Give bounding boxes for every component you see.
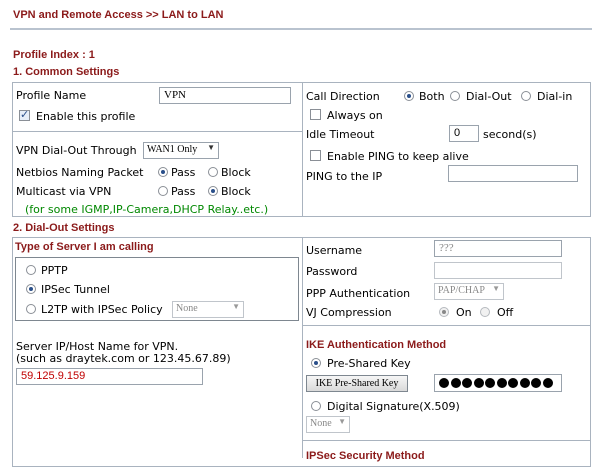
dialout-through-select[interactable]: WAN1 Only ▼ <box>143 142 219 159</box>
password-field[interactable] <box>434 262 562 279</box>
ipsec-method-title: IPSec Security Method <box>306 450 425 462</box>
idle-timeout-label: Idle Timeout <box>306 128 375 141</box>
ping-ip-label: PING to the IP <box>306 170 383 183</box>
ipsec-divider <box>303 440 590 441</box>
idle-timeout-unit: second(s) <box>483 128 537 141</box>
profile-name-field[interactable]: VPN <box>159 87 291 104</box>
profile-name-label: Profile Name <box>16 89 87 102</box>
mask-dot <box>485 378 495 388</box>
psk-radio[interactable] <box>311 358 321 368</box>
enable-profile-label: Enable this profile <box>36 110 136 123</box>
vj-on-radio[interactable] <box>439 307 449 317</box>
l2tp-policy-select[interactable]: None ▼ <box>172 301 244 318</box>
vj-off-radio[interactable] <box>480 307 490 317</box>
vj-on-label: On <box>456 306 472 319</box>
profile-index: Profile Index : 1 <box>13 49 95 61</box>
mask-dot <box>542 378 553 388</box>
psk-label: Pre-Shared Key <box>327 357 411 370</box>
common-divider <box>302 83 303 216</box>
ike-title: IKE Authentication Method <box>306 339 447 351</box>
username-label: Username <box>306 244 363 257</box>
common-left-divider <box>13 131 302 132</box>
call-direction-label: Call Direction <box>306 90 380 103</box>
psk-mask <box>439 378 557 388</box>
header-divider <box>10 28 592 30</box>
chevron-down-icon: ▼ <box>207 143 215 152</box>
netbios-block-label: Block <box>221 166 251 179</box>
call-dialout-label: Dial-Out <box>466 90 512 103</box>
l2tp-policy-value: None <box>176 303 198 314</box>
always-on-checkbox[interactable] <box>310 109 321 120</box>
ike-divider <box>303 325 590 326</box>
call-both-label: Both <box>419 90 445 103</box>
pptp-label: PPTP <box>41 264 68 277</box>
mask-dot <box>519 378 530 388</box>
dialout-through-value: WAN1 Only <box>147 144 198 155</box>
enable-profile-checkbox[interactable] <box>19 108 30 121</box>
ike-psk-field[interactable] <box>434 374 562 392</box>
l2tp-radio[interactable] <box>26 304 36 314</box>
mask-dot <box>450 378 461 388</box>
netbios-block-radio[interactable] <box>208 167 218 177</box>
enable-ping-checkbox[interactable] <box>310 150 321 161</box>
digital-sig-radio[interactable] <box>311 401 321 411</box>
mask-dot <box>462 378 472 388</box>
breadcrumb: VPN and Remote Access >> LAN to LAN <box>13 9 224 21</box>
mask-dot <box>439 378 449 388</box>
call-dialin-label: Dial-in <box>537 90 573 103</box>
ppp-auth-select[interactable]: PAP/CHAP ▼ <box>434 283 504 300</box>
multicast-pass-label: Pass <box>171 185 196 198</box>
idle-timeout-field[interactable]: 0 <box>449 125 479 142</box>
multicast-block-label: Block <box>221 185 251 198</box>
pptp-radio[interactable] <box>26 265 36 275</box>
multicast-note: (for some IGMP,IP-Camera,DHCP Relay..etc… <box>25 203 269 216</box>
digital-sig-select[interactable]: None ▼ <box>306 416 350 433</box>
username-field[interactable]: ??? <box>434 240 562 257</box>
chevron-down-icon: ▼ <box>338 417 346 426</box>
multicast-pass-radio[interactable] <box>158 186 168 196</box>
mask-dot <box>508 378 518 388</box>
chevron-down-icon: ▼ <box>492 284 500 293</box>
vj-label: VJ Compression <box>306 306 392 319</box>
netbios-label: Netbios Naming Packet <box>16 166 144 179</box>
dialout-through-label: VPN Dial-Out Through <box>16 144 137 157</box>
multicast-label: Multicast via VPN <box>16 185 112 198</box>
digital-sig-value: None <box>310 418 332 429</box>
dialout-divider <box>302 238 303 458</box>
netbios-pass-radio[interactable] <box>158 167 168 177</box>
password-label: Password <box>306 265 358 278</box>
enable-ping-label: Enable PING to keep alive <box>327 150 469 163</box>
ping-ip-field[interactable] <box>448 165 578 182</box>
server-host-field[interactable]: 59.125.9.159 <box>16 368 203 385</box>
multicast-block-radio[interactable] <box>208 186 218 196</box>
call-both-radio[interactable] <box>404 91 414 101</box>
mask-dot <box>473 378 484 388</box>
ipsec-tunnel-label: IPSec Tunnel <box>41 283 110 296</box>
call-dialin-radio[interactable] <box>521 91 531 101</box>
mask-dot <box>531 378 541 388</box>
mask-dot <box>496 378 507 388</box>
ppp-auth-label: PPP Authentication <box>306 287 411 300</box>
server-host-hint: (such as draytek.com or 123.45.67.89) <box>16 352 231 365</box>
ipsec-tunnel-radio[interactable] <box>26 284 36 294</box>
server-type-title: Type of Server I am calling <box>15 241 154 253</box>
ppp-auth-value: PAP/CHAP <box>438 285 485 296</box>
call-dialout-radio[interactable] <box>450 91 460 101</box>
netbios-pass-label: Pass <box>171 166 196 179</box>
vj-off-label: Off <box>497 306 514 319</box>
always-on-label: Always on <box>327 109 383 122</box>
chevron-down-icon: ▼ <box>232 302 240 311</box>
digital-sig-label: Digital Signature(X.509) <box>327 400 460 413</box>
section-common-settings: 1. Common Settings <box>13 66 120 78</box>
section-dialout-settings: 2. Dial-Out Settings <box>13 222 115 234</box>
ike-psk-button[interactable]: IKE Pre-Shared Key <box>306 375 408 392</box>
l2tp-label: L2TP with IPSec Policy <box>41 303 163 316</box>
